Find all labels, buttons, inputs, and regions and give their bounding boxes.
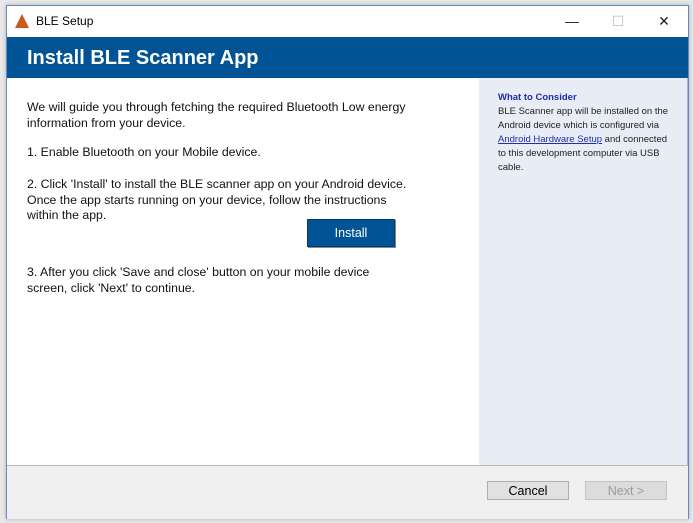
ble-setup-window: BLE Setup — ☐ ✕ Install BLE Scanner App … <box>6 5 689 519</box>
instructions-panel: We will guide you through fetching the r… <box>7 78 479 465</box>
page-title: Install BLE Scanner App <box>27 47 259 69</box>
sidebar-text: BLE Scanner app will be installed on the… <box>498 105 673 175</box>
sidebar-heading: What to Consider <box>498 92 577 103</box>
step-2-text: 2. Click 'Install' to install the BLE sc… <box>27 177 407 222</box>
page-header: Install BLE Scanner App <box>7 37 688 78</box>
step-1-text: 1. Enable Bluetooth on your Mobile devic… <box>27 145 261 159</box>
sidebar-text-start: BLE Scanner app will be installed on the… <box>498 106 669 131</box>
next-button[interactable]: Next > <box>585 481 667 500</box>
maximize-icon[interactable]: ☐ <box>603 10 633 32</box>
minimize-icon[interactable]: — <box>557 10 587 32</box>
matlab-app-icon <box>15 14 29 28</box>
close-icon[interactable]: ✕ <box>649 10 679 32</box>
cancel-button[interactable]: Cancel <box>487 481 569 500</box>
intro-text: We will guide you through fetching the r… <box>27 100 406 130</box>
step-3-text: 3. After you click 'Save and close' butt… <box>27 265 370 295</box>
install-button[interactable]: Install <box>307 219 395 247</box>
title-bar: BLE Setup — ☐ ✕ <box>7 6 688 36</box>
android-hardware-setup-link[interactable]: Android Hardware Setup <box>498 134 602 145</box>
footer-bar: Cancel Next > <box>7 465 688 519</box>
what-to-consider-panel: What to Consider BLE Scanner app will be… <box>479 78 688 465</box>
window-title: BLE Setup <box>36 14 94 28</box>
